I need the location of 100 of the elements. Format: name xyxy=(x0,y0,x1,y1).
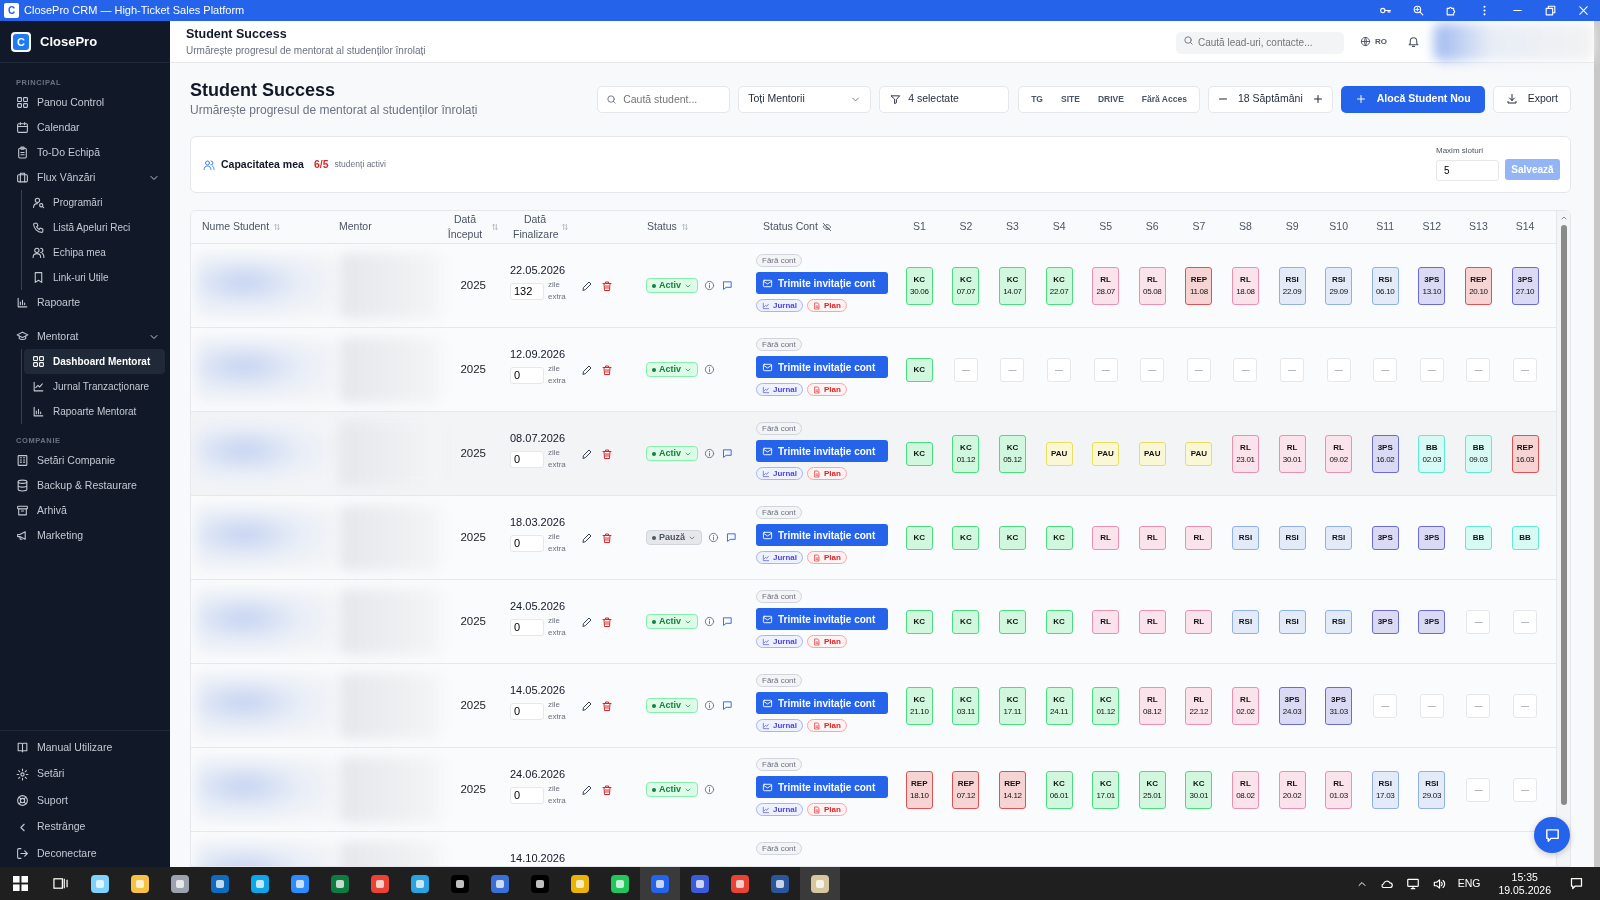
week-cell[interactable]: RSI 06.10 xyxy=(1371,266,1399,305)
chat-icon[interactable] xyxy=(722,448,733,459)
week-cell[interactable]: RL 30.01 xyxy=(1278,434,1306,473)
notification-icon[interactable] xyxy=(1569,876,1584,891)
tag-link[interactable]: Jurnal xyxy=(756,299,803,312)
filter-toggle[interactable]: Fără Acces xyxy=(1132,92,1196,106)
send-invite-button[interactable]: Trimite invitație cont xyxy=(756,440,888,462)
week-cell[interactable]: — xyxy=(1326,357,1351,382)
status-dropdown[interactable]: Activ xyxy=(646,698,698,713)
sidebar-item[interactable]: Deconectare xyxy=(0,840,170,867)
app-icon[interactable] xyxy=(730,873,750,894)
week-cell[interactable]: — xyxy=(1373,357,1398,382)
week-cell[interactable]: KC 22.07 xyxy=(1045,266,1073,305)
status-dropdown[interactable]: Activ xyxy=(646,446,698,461)
app-icon[interactable] xyxy=(450,873,470,894)
app-icon[interactable] xyxy=(490,873,510,894)
filter-toggle[interactable]: SITE xyxy=(1051,92,1089,106)
week-cell[interactable]: BB xyxy=(1464,525,1492,550)
week-cell[interactable]: 3PS 31.03 xyxy=(1325,686,1353,725)
send-invite-button[interactable]: Trimite invitație cont xyxy=(756,524,888,546)
delete-icon[interactable] xyxy=(601,615,613,628)
tag-link[interactable]: Jurnal xyxy=(756,719,803,732)
tag-link[interactable]: Plan xyxy=(807,719,847,732)
app-icon[interactable] xyxy=(370,873,390,894)
week-cell[interactable]: KC 03.11 xyxy=(952,686,980,725)
tag-link[interactable]: Plan xyxy=(807,383,847,396)
tag-link[interactable]: Jurnal xyxy=(756,803,803,816)
zoom-icon[interactable] xyxy=(1412,4,1425,17)
sidebar-item[interactable]: Link-uri Utile xyxy=(24,265,165,290)
week-cell[interactable]: KC 17.01 xyxy=(1092,770,1120,809)
week-cell[interactable]: KC 21.10 xyxy=(905,686,933,725)
sidebar-item[interactable]: Mentorat xyxy=(0,324,170,349)
search-field[interactable]: Caută lead-uri, contacte... xyxy=(1176,31,1344,54)
week-cell[interactable]: — xyxy=(1466,777,1491,802)
tag-link[interactable]: Jurnal xyxy=(756,383,803,396)
week-cell[interactable]: RL xyxy=(1138,609,1166,634)
chat-icon[interactable] xyxy=(726,532,737,543)
table-row[interactable]: 2025 24.06.2026 0 zile extra Activ Fără cont Trimite invitație cont Jurnal Plan REP 18.10 REP 07.12 REP 14.12 KC 06.01 KC 17.01 KC 25.01 KC 30.01 RL 08.02 RL 20.02 RL 01.03 RSI 17.03 RSI 29.03 — — xyxy=(191,748,1556,832)
table-row[interactable]: 2025 08.07.2026 0 zile extra Activ Fără cont Trimite invitație cont Jurnal Plan KC KC 01.12 KC 05.12 PAU PAU PAU PAU RL 23.01 RL 30.01 RL 09.02 3PS 16.02 BB 02.03 BB 09.03 REP 16.03 xyxy=(191,412,1556,496)
week-cell[interactable]: RL 08.02 xyxy=(1231,770,1259,809)
info-icon[interactable] xyxy=(704,616,715,627)
extra-days-field[interactable]: 0 xyxy=(510,450,544,468)
week-cell[interactable]: — xyxy=(1466,693,1491,718)
week-cell[interactable]: BB 09.03 xyxy=(1464,434,1492,473)
week-cell[interactable]: KC 06.01 xyxy=(1045,770,1073,809)
app-icon[interactable] xyxy=(770,873,790,894)
week-cell[interactable]: 3PS 16.02 xyxy=(1371,434,1399,473)
delete-icon[interactable] xyxy=(601,783,613,796)
week-cell[interactable]: — xyxy=(953,357,978,382)
week-cell[interactable]: — xyxy=(1466,609,1491,634)
status-dropdown[interactable]: Activ xyxy=(646,278,698,293)
edit-icon[interactable] xyxy=(581,279,593,292)
week-cell[interactable]: — xyxy=(1186,357,1211,382)
week-cell[interactable]: RL 23.01 xyxy=(1231,434,1259,473)
week-cell[interactable]: 3PS xyxy=(1371,525,1399,550)
week-cell[interactable]: RL xyxy=(1185,525,1213,550)
table-row[interactable]: 2025 24.05.2026 0 zile extra Activ Fără cont Trimite invitație cont Jurnal Plan KC KC KC KC RL RL RL RSI RSI RSI 3PS 3PS — — xyxy=(191,580,1556,664)
sidebar-item[interactable]: Setări Companie xyxy=(0,448,170,473)
week-cell[interactable]: RSI xyxy=(1231,525,1259,550)
tag-link[interactable]: Jurnal xyxy=(756,551,803,564)
tag-link[interactable]: Plan xyxy=(807,803,847,816)
plus-icon[interactable] xyxy=(1311,93,1324,105)
send-invite-button[interactable]: Trimite invitație cont xyxy=(756,692,888,714)
bell-icon[interactable] xyxy=(1407,35,1420,48)
app-icon[interactable] xyxy=(530,873,550,894)
week-cell[interactable]: KC 01.12 xyxy=(1092,686,1120,725)
sidebar-item[interactable]: Restrânge xyxy=(0,814,170,841)
volume-icon[interactable] xyxy=(1431,876,1446,891)
week-cell[interactable]: 3PS 24.03 xyxy=(1278,686,1306,725)
week-cell[interactable]: RSI xyxy=(1231,609,1259,634)
week-cell[interactable]: KC xyxy=(999,609,1026,634)
delete-icon[interactable] xyxy=(601,363,613,376)
max-slots-field[interactable]: 5 xyxy=(1436,159,1499,181)
week-cell[interactable]: — xyxy=(1047,357,1072,382)
week-cell[interactable]: KC xyxy=(999,525,1026,550)
sidebar-item[interactable]: To-Do Echipă xyxy=(0,140,170,165)
week-cell[interactable]: RSI xyxy=(1278,609,1306,634)
edit-icon[interactable] xyxy=(581,783,593,796)
week-cell[interactable]: KC 01.12 xyxy=(952,434,980,473)
week-cell[interactable]: RL 22.12 xyxy=(1185,686,1213,725)
app-icon[interactable] xyxy=(130,873,150,894)
week-cell[interactable]: RSI 29.09 xyxy=(1325,266,1353,305)
extra-days-field[interactable]: 0 xyxy=(510,702,544,720)
week-cell[interactable]: BB xyxy=(1511,525,1539,550)
edit-icon[interactable] xyxy=(581,363,593,376)
week-cell[interactable]: RL 18.08 xyxy=(1231,266,1259,305)
extra-days-field[interactable]: 0 xyxy=(510,366,544,384)
week-cell[interactable]: KC xyxy=(1045,609,1073,634)
info-icon[interactable] xyxy=(704,784,715,795)
delete-icon[interactable] xyxy=(601,279,613,292)
app-icon[interactable] xyxy=(210,873,230,894)
sidebar-item[interactable]: Jurnal Tranzacționare xyxy=(24,374,165,399)
sidebar-item[interactable]: Setări xyxy=(0,761,170,788)
week-cell[interactable]: RL 28.07 xyxy=(1092,266,1120,305)
app-icon[interactable] xyxy=(810,873,830,894)
week-cell[interactable]: RL 20.02 xyxy=(1278,770,1306,809)
week-cell[interactable]: KC 24.11 xyxy=(1045,686,1073,725)
edit-icon[interactable] xyxy=(581,447,593,460)
week-cell[interactable]: PAU xyxy=(1185,441,1213,466)
chat-icon[interactable] xyxy=(722,280,733,291)
